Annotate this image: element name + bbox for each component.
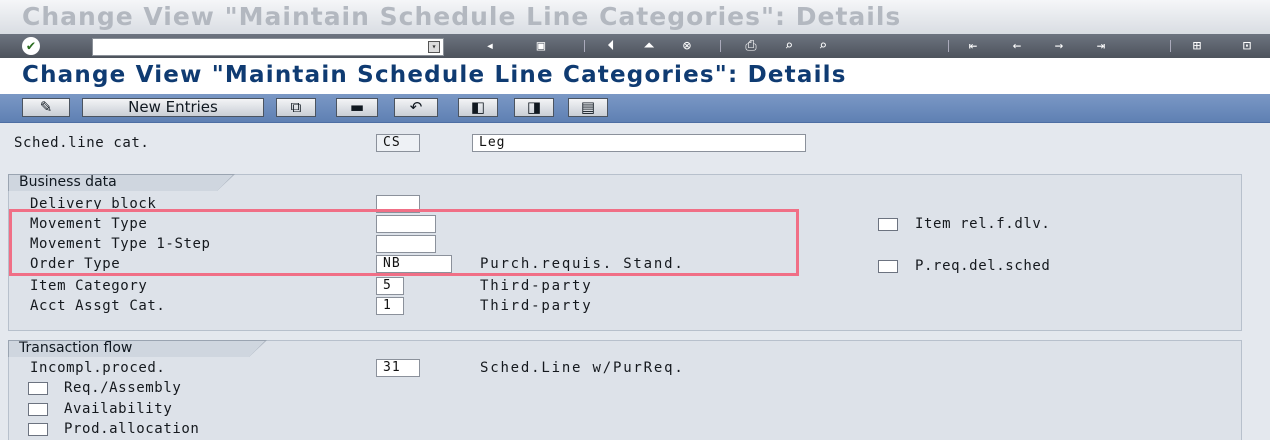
window-title: Change View "Maintain Schedule Line Cate… [22,2,902,31]
print-icon[interactable]: ⎙ [740,38,762,54]
page-title: Change View "Maintain Schedule Line Cate… [22,62,847,88]
new-entries-button[interactable]: New Entries [82,98,264,117]
sap-window: Change View "Maintain Schedule Line Cate… [0,0,1270,440]
business-data-title: Business data [8,174,235,191]
req-assembly-checkbox[interactable] [28,382,48,395]
preq-del-checkbox[interactable] [878,260,898,273]
copy-as-button[interactable]: ⧉ [276,98,316,117]
description-field[interactable]: Leg [472,134,806,152]
display-change-button[interactable]: ✎ [22,98,70,117]
item-category-label: Item Category [30,278,148,294]
next-page-icon[interactable]: → [1048,38,1070,54]
preq-del-label: P.req.del.sched [915,258,1051,274]
save-icon[interactable]: ▣ [530,38,552,54]
sched-line-cat-field: CS [376,134,420,152]
screen-heading: Change View "Maintain Schedule Line Cate… [0,58,1270,95]
shortcut-icon[interactable]: ⊡ [1236,38,1258,54]
dropdown-icon[interactable]: ▾ [428,41,440,53]
delete-button[interactable]: ▬ [336,98,378,117]
select-all-icon: ▤ [580,98,596,116]
previous-page-icon[interactable]: ← [1006,38,1028,54]
incompl-proced-description: Sched.Line w/PurReq. [480,360,685,376]
availability-checkbox[interactable] [28,403,48,416]
find-icon[interactable]: ⌕ [778,38,800,54]
prod-allocation-label: Prod.allocation [64,421,200,437]
previous-entry-button[interactable]: ◧ [458,98,498,117]
separator [948,40,949,52]
acct-assgt-label: Acct Assgt Cat. [30,298,166,314]
undo-change-button[interactable]: ↶ [394,98,438,117]
sched-line-cat-label: Sched.line cat. [14,135,150,151]
separator [584,40,585,52]
item-category-field[interactable]: 5 [376,277,404,295]
prod-allocation-checkbox[interactable] [28,423,48,436]
next-entry-icon: ◨ [526,98,542,116]
transaction-flow-title: Transaction flow [8,340,267,357]
item-rel-checkbox[interactable] [878,218,898,231]
incompl-proced-label: Incompl.proced. [30,360,166,376]
item-category-description: Third-party [480,278,593,294]
separator [720,40,721,52]
command-field[interactable]: ▾ [92,38,444,56]
back-arrow-icon[interactable]: ◂ [482,38,498,54]
separator [1170,40,1171,52]
copy-icon: ⧉ [290,98,302,116]
incompl-proced-field[interactable]: 31 [376,359,420,377]
highlight-box [9,209,799,276]
undo-icon: ↶ [409,98,423,116]
first-page-icon[interactable]: ⇤ [962,38,984,54]
previous-entry-icon: ◧ [470,98,486,116]
exit-icon[interactable]: ⏶ [638,38,660,54]
delete-icon: ▬ [349,98,365,116]
req-assembly-label: Req./Assembly [64,380,182,396]
back-icon[interactable]: ⏴ [600,38,622,54]
title-bar: Change View "Maintain Schedule Line Cate… [0,0,1270,35]
enter-icon[interactable]: ✔ [22,37,40,55]
select-all-button[interactable]: ▤ [568,98,608,117]
cancel-icon[interactable]: ⊗ [676,38,698,54]
last-page-icon[interactable]: ⇥ [1090,38,1112,54]
next-entry-button[interactable]: ◨ [514,98,554,117]
availability-label: Availability [64,401,173,417]
display-change-icon: ✎ [39,98,53,116]
find-next-icon[interactable]: ⌕ [812,38,834,54]
detail-area: Sched.line cat. CS Leg Business data Del… [0,123,1270,440]
acct-assgt-description: Third-party [480,298,593,314]
acct-assgt-field[interactable]: 1 [376,297,404,315]
create-session-icon[interactable]: ⊞ [1186,38,1208,54]
item-rel-label: Item rel.f.dlv. [915,216,1051,232]
